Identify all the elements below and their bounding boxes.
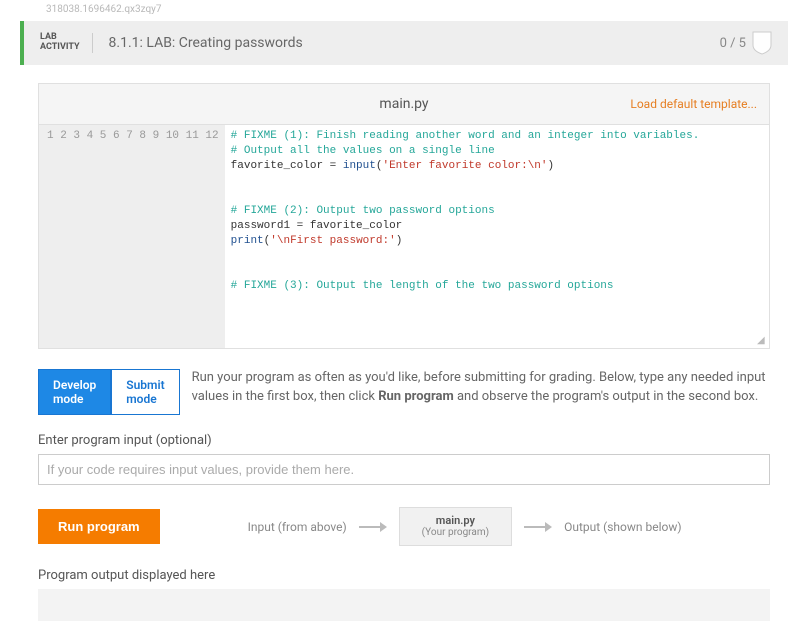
activity-header: LAB ACTIVITY 8.1.1: LAB: Creating passwo… (20, 21, 788, 65)
flow-output-label: Output (shown below) (564, 520, 682, 534)
load-template-link[interactable]: Load default template... (630, 97, 757, 111)
arrow-icon (524, 522, 552, 532)
editor-header: main.py Load default template... (38, 83, 770, 124)
main-panel: main.py Load default template... 1 2 3 4… (20, 65, 788, 639)
mode-row: Develop mode Submit mode Run your progra… (38, 369, 770, 415)
lab-label-line2: ACTIVITY (40, 43, 80, 53)
mode-description: Run your program as often as you'd like,… (192, 369, 770, 407)
editor-body[interactable]: 1 2 3 4 5 6 7 8 9 10 11 12 # FIXME (1): … (38, 124, 770, 349)
program-output-area (38, 589, 770, 621)
mode-desc-b: and observe the program's output in the … (454, 389, 759, 404)
score-area: 0 / 5 (720, 31, 772, 55)
flow-input-label: Input (from above) (248, 520, 347, 534)
code-editor: main.py Load default template... 1 2 3 4… (38, 83, 770, 349)
mode-desc-bold: Run program (378, 389, 454, 404)
line-gutter: 1 2 3 4 5 6 7 8 9 10 11 12 (39, 125, 225, 348)
develop-mode-button[interactable]: Develop mode (38, 369, 111, 415)
score-text: 0 / 5 (720, 36, 746, 51)
resize-handle-icon[interactable]: ◢ (757, 336, 767, 346)
program-box-sub: (Your program) (422, 527, 489, 539)
program-box-title: main.py (422, 514, 489, 527)
editor-filename: main.py (379, 96, 428, 112)
mode-buttons: Develop mode Submit mode (38, 369, 180, 415)
input-label: Enter program input (optional) (38, 433, 770, 448)
arrow-icon (359, 522, 387, 532)
submit-mode-button[interactable]: Submit mode (111, 369, 179, 415)
code-area[interactable]: # FIXME (1): Finish reading another word… (225, 125, 769, 348)
output-label: Program output displayed here (38, 568, 770, 583)
lab-activity-label: LAB ACTIVITY (40, 33, 93, 53)
program-box: main.py (Your program) (399, 507, 512, 546)
program-input-field[interactable] (38, 454, 770, 485)
shield-icon (752, 31, 772, 55)
run-row: Run program Input (from above) main.py (… (38, 507, 770, 546)
lab-title: 8.1.1: LAB: Creating passwords (93, 35, 720, 51)
watermark: 318038.1696462.qx3zqy7 (46, 4, 798, 15)
run-program-button[interactable]: Run program (38, 509, 160, 544)
